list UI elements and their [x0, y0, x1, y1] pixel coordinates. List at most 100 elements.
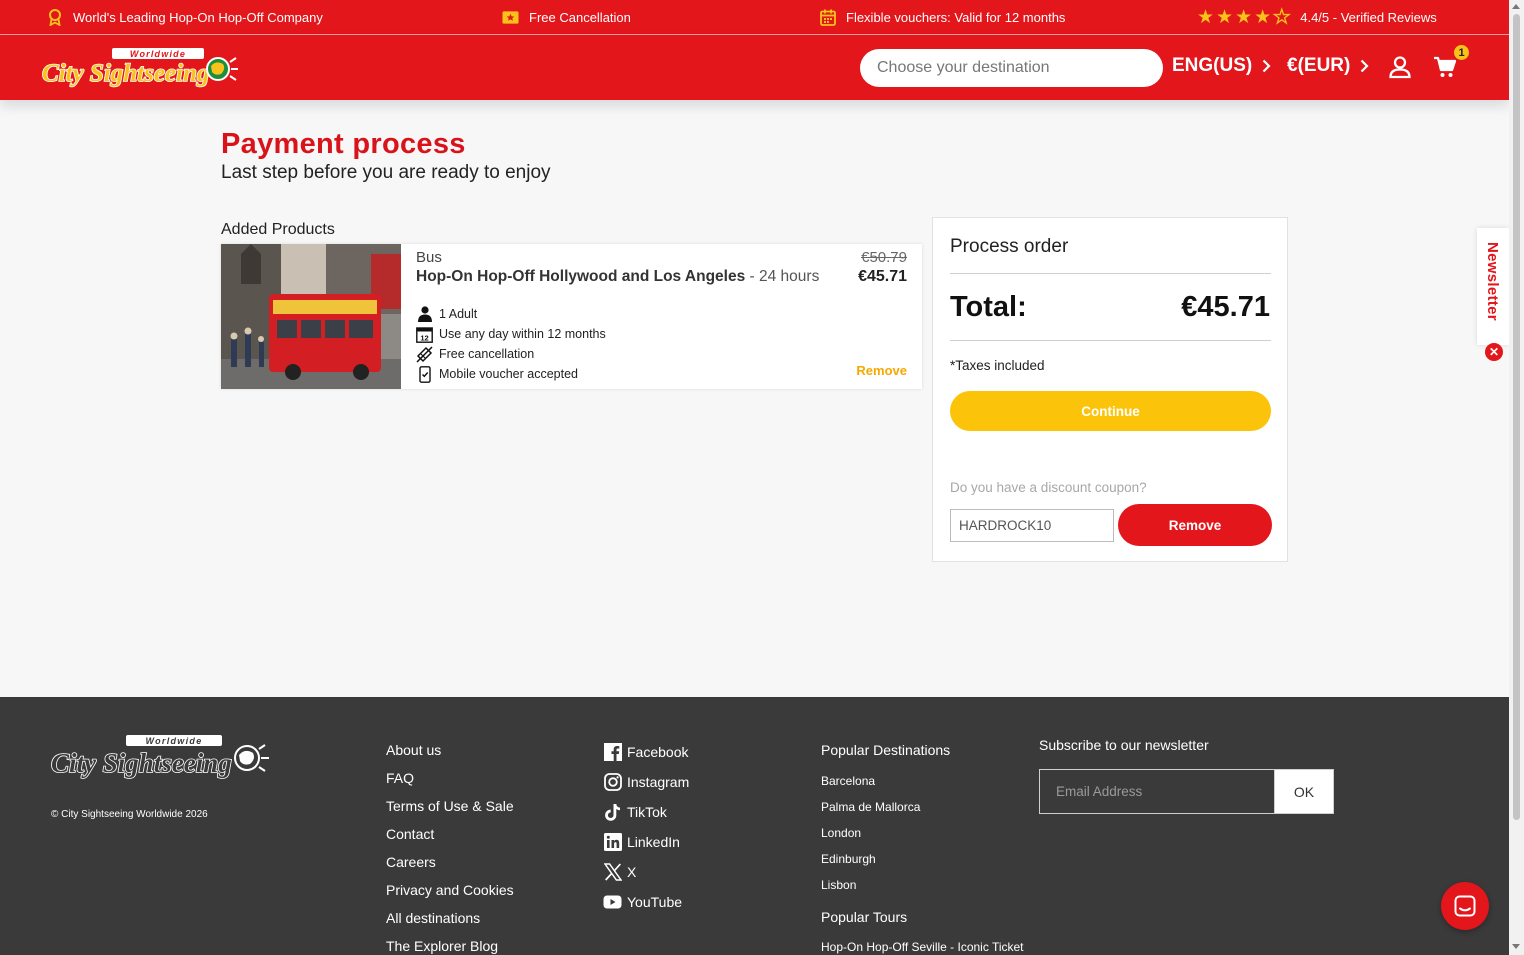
process-order-panel: Process order Total: €45.71 *Taxes inclu…	[932, 217, 1288, 562]
social-link-tiktok[interactable]: TikTok	[603, 802, 667, 822]
star-outline-icon: ★	[1273, 7, 1291, 28]
cart-product-card: Bus Hop-On Hop-Off Hollywood and Los Ang…	[221, 244, 922, 389]
footer-logo-text: City Sightseeing	[51, 748, 232, 778]
account-button[interactable]	[1386, 53, 1414, 81]
total-label: Total:	[950, 291, 1027, 323]
footer-link-careers[interactable]: Careers	[386, 854, 436, 870]
footer-link-destinations[interactable]: All destinations	[386, 910, 480, 926]
footer-logo[interactable]: Worldwide City Sightseeing	[50, 734, 272, 782]
close-icon[interactable]: ✕	[1485, 343, 1503, 361]
footer-link-blog[interactable]: The Explorer Blog	[386, 938, 498, 954]
top-info-bar: World's Leading Hop-On Hop-Off Company F…	[0, 0, 1509, 35]
top-info-item-leading: World's Leading Hop-On Hop-Off Company	[46, 0, 323, 35]
newsletter-email-input[interactable]	[1039, 769, 1274, 814]
linkedin-icon	[603, 833, 622, 852]
destination-link[interactable]: London	[821, 826, 861, 840]
chevron-right-icon	[1361, 59, 1369, 73]
added-products-heading: Added Products	[221, 221, 335, 238]
destination-link[interactable]: Edinburgh	[821, 852, 876, 866]
rating-stars: ★ ★ ★ ★ ★	[1197, 7, 1291, 28]
social-link-youtube[interactable]: YouTube	[603, 892, 682, 912]
footer-link-privacy[interactable]: Privacy and Cookies	[386, 882, 514, 898]
product-name: Hop-On Hop-Off Hollywood and Los Angeles	[416, 268, 746, 285]
footer-link-terms[interactable]: Terms of Use & Sale	[386, 798, 514, 814]
city-sightseeing-logo[interactable]: Worldwide City Sightseeing	[40, 45, 240, 89]
social-link-instagram[interactable]: Instagram	[603, 772, 689, 792]
process-order-title: Process order	[950, 236, 1069, 257]
feature-text: Mobile voucher accepted	[439, 367, 578, 381]
footer-logo-sub-text: Worldwide	[145, 736, 202, 746]
currency-label: €(EUR)	[1287, 55, 1351, 76]
social-link-facebook[interactable]: Facebook	[603, 742, 688, 762]
destination-link[interactable]: Lisbon	[821, 878, 856, 892]
award-icon	[46, 9, 63, 26]
product-image	[221, 244, 401, 389]
chat-icon	[1454, 895, 1476, 917]
discounted-price: €45.71	[858, 268, 907, 285]
feature-text: Use any day within 12 months	[439, 327, 606, 341]
destination-link[interactable]: Palma de Mallorca	[821, 800, 920, 814]
destination-search-input[interactable]	[860, 49, 1163, 87]
currency-selector[interactable]: €(EUR)	[1287, 55, 1369, 77]
x-icon	[603, 863, 622, 882]
footer-link-contact[interactable]: Contact	[386, 826, 434, 842]
destination-link[interactable]: Barcelona	[821, 774, 875, 788]
remove-coupon-button[interactable]: Remove	[1118, 504, 1272, 546]
star-icon: ★	[1216, 7, 1234, 28]
continue-button[interactable]: Continue	[950, 391, 1271, 431]
instagram-icon	[603, 773, 622, 792]
top-info-text: Flexible vouchers: Valid for 12 months	[846, 10, 1066, 25]
calendar-icon: 12	[416, 326, 433, 343]
social-link-linkedin[interactable]: LinkedIn	[603, 832, 680, 852]
page-scrollbar[interactable]	[1509, 0, 1524, 955]
reviews-rating[interactable]: ★ ★ ★ ★ ★ 4.4/5 - Verified Reviews	[1197, 0, 1437, 35]
tour-link[interactable]: Hop-On Hop-Off Seville - Iconic Ticket	[821, 940, 1024, 954]
footer-link-faq[interactable]: FAQ	[386, 770, 414, 786]
social-link-x[interactable]: X	[603, 862, 636, 882]
popular-destinations-heading: Popular Destinations	[821, 742, 951, 758]
feature-item: Mobile voucher accepted	[416, 365, 578, 383]
scroll-up-arrow-icon[interactable]	[1512, 4, 1520, 9]
coupon-label: Do you have a discount coupon?	[950, 480, 1147, 495]
feature-item: Free cancellation	[416, 345, 534, 363]
star-icon: ★	[1254, 7, 1272, 28]
phone-check-icon	[416, 365, 433, 383]
social-label: Facebook	[627, 744, 689, 760]
facebook-icon	[603, 743, 622, 762]
language-selector[interactable]: ENG(US)	[1172, 55, 1271, 77]
taxes-note: *Taxes included	[950, 358, 1045, 373]
product-title[interactable]: Hop-On Hop-Off Hollywood and Los Angeles…	[416, 267, 826, 286]
product-duration: - 24 hours	[745, 268, 820, 285]
newsletter-side-tab[interactable]: Newsletter	[1477, 228, 1509, 345]
social-label: X	[627, 864, 637, 880]
chevron-right-icon	[1262, 59, 1271, 73]
remove-product-link[interactable]: Remove	[856, 363, 907, 378]
youtube-icon	[603, 893, 622, 912]
social-label: LinkedIn	[627, 834, 680, 850]
svg-text:12: 12	[420, 333, 428, 342]
top-info-item-cancellation: Free Cancellation	[502, 0, 631, 35]
newsletter-ok-button[interactable]: OK	[1274, 769, 1334, 814]
rating-text: 4.4/5 - Verified Reviews	[1300, 10, 1437, 25]
feature-text: 1 Adult	[439, 307, 478, 321]
ticket-star-icon	[502, 9, 519, 26]
logo-sub-text: Worldwide	[130, 49, 186, 59]
page-title: Payment process	[221, 128, 466, 160]
top-info-text: Free Cancellation	[529, 10, 631, 25]
copyright-text: © City Sightseeing Worldwide 2026	[51, 809, 208, 820]
shopping-cart-icon	[1434, 56, 1457, 77]
social-label: YouTube	[627, 894, 683, 910]
star-icon: ★	[1235, 7, 1253, 28]
coupon-code-input[interactable]	[950, 509, 1114, 542]
scrollbar-thumb[interactable]	[1513, 14, 1520, 820]
tiktok-icon	[603, 803, 622, 822]
newsletter-tab-label: Newsletter	[1484, 242, 1501, 321]
footer-link-about[interactable]: About us	[386, 742, 441, 758]
site-footer: Worldwide City Sightseeing © City Sights…	[0, 697, 1509, 955]
top-info-item-vouchers: Flexible vouchers: Valid for 12 months	[819, 0, 1065, 35]
feature-item: 1 Adult	[416, 305, 477, 323]
feature-item: 12 Use any day within 12 months	[416, 325, 606, 343]
scroll-down-arrow-icon[interactable]	[1512, 944, 1520, 949]
chat-launcher-button[interactable]	[1441, 882, 1489, 930]
product-category: Bus	[416, 249, 442, 266]
